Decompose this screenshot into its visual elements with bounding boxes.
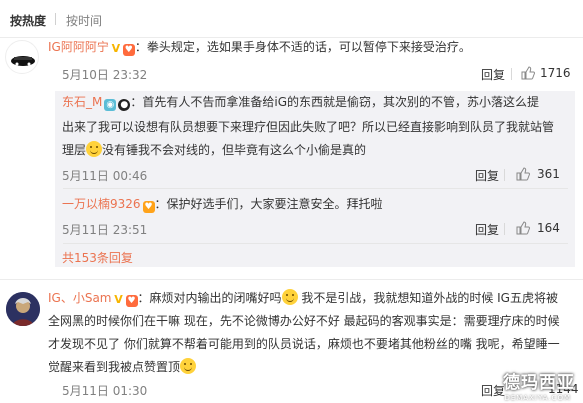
- comment-body-line: ：麻烦对内输出的闭嘴好吗: [137, 291, 282, 305]
- comment-text-line: 全网黑的时候你们在干嘛 现在，先不论微博办公好不好 最起码的客观事实是：需要理疗…: [48, 314, 560, 328]
- verified-icon: V: [114, 293, 123, 306]
- reply-text-line: 理层 没有锤我不会对线的，但毕竟有这么个小偷是真的: [62, 139, 574, 162]
- comment-text-line: 才发现不见了 你们就算不帮着可能用到的队员说话，麻烦也不要堵其他粉丝的嘴 我呢，…: [48, 337, 560, 351]
- like-icon[interactable]: [521, 66, 535, 80]
- smile-emoji-icon: [281, 289, 298, 305]
- level-badge-icon: ♥: [142, 201, 155, 213]
- action-divider: [511, 68, 512, 80]
- reply-divider: [63, 243, 568, 244]
- reply-username[interactable]: 一万以楠9326: [62, 197, 141, 211]
- like-count: 164: [537, 221, 560, 235]
- sort-by-time[interactable]: 按时间: [66, 12, 102, 29]
- reply-body-line: 没有锤我不会对线的，但毕竟有这么个小偷是真的: [102, 143, 367, 157]
- reply-body-line: ：首先有人不告而拿准备给iG的东西就是偷窃，其次别的不管，苏小落这么提: [130, 95, 539, 109]
- reply-time: 5月11日 23:51: [62, 223, 148, 237]
- reply-divider: [63, 188, 568, 189]
- comment-text-line: 觉醒来看到我被点赞置顶: [48, 356, 580, 379]
- comment-body-line: 我不是引战，我就想知道外战的时候 IG五虎将被: [297, 291, 558, 305]
- comment-text: IG阿阿阿宁 V ♥ ：拳头规定，选如果手身体不适的话，可以暂停下来接受治疗。: [48, 36, 578, 59]
- reply-username[interactable]: 东石_M: [62, 95, 102, 109]
- comment-username[interactable]: IG、小Sam: [48, 291, 112, 305]
- comment-text: IG、小Sam V ♥ ：麻烦对内输出的闭嘴好吗 我不是引战，我就想知道外战的时候 I…: [48, 287, 580, 310]
- avatar[interactable]: [5, 40, 39, 74]
- panda-badge-icon: ●: [118, 99, 131, 111]
- more-replies-link[interactable]: 共153条回复: [62, 249, 133, 266]
- comment-body: ：拳头规定，选如果手身体不适的话，可以暂停下来接受治疗。: [134, 40, 471, 54]
- sort-divider: [55, 13, 56, 25]
- level-badge-icon: ♥: [125, 295, 138, 307]
- reply-button[interactable]: 回复: [481, 66, 505, 83]
- smile-emoji-icon: [86, 141, 103, 157]
- smile-emoji-icon: [180, 358, 197, 374]
- reply-button[interactable]: 回复: [475, 167, 499, 184]
- reply-body: ：保护好选手们，大家要注意安全。拜托啦: [154, 197, 383, 211]
- reply-button[interactable]: 回复: [481, 382, 505, 399]
- verified-icon: V: [111, 42, 121, 55]
- sort-bar: 按热度 按时间: [0, 0, 583, 38]
- member-badge-icon: ◉: [104, 99, 117, 111]
- comment-body-line: 觉醒来看到我被点赞置顶: [48, 360, 181, 374]
- sort-by-hot[interactable]: 按热度: [10, 12, 46, 29]
- reply-button[interactable]: 回复: [475, 221, 499, 238]
- action-divider: [504, 169, 505, 181]
- comment-time: 5月11日 01:30: [62, 384, 148, 398]
- comment-divider: [0, 279, 583, 280]
- avatar[interactable]: [6, 292, 40, 326]
- like-count: 1716: [540, 66, 571, 80]
- comment-username[interactable]: IG阿阿阿宁: [48, 40, 109, 54]
- level-badge-icon: ♥: [122, 44, 135, 56]
- reply-time: 5月11日 00:46: [62, 169, 148, 183]
- like-count: 361: [537, 167, 560, 181]
- action-divider: [504, 223, 505, 235]
- reply-text: 东石_M ◉ ● ：首先有人不告而拿准备给iG的东西就是偷窃，其次别的不管，苏小落这么…: [62, 91, 574, 114]
- watermark-url: DEMAXIYA.COM: [504, 394, 571, 402]
- comment-time: 5月10日 23:32: [62, 68, 148, 82]
- watermark-logo: 德玛西亚: [503, 373, 575, 393]
- reply-text: 一万以楠9326 ♥ ：保护好选手们，大家要注意安全。拜托啦: [62, 193, 574, 216]
- reply-text-line: 出来了我可以设想有队员想要下来理疗但因此失败了吧？所以已经直接影响到队员了我就站…: [62, 120, 555, 134]
- like-icon[interactable]: [516, 167, 530, 181]
- reply-body-prefix: 理层: [62, 143, 87, 157]
- like-icon[interactable]: [516, 221, 530, 235]
